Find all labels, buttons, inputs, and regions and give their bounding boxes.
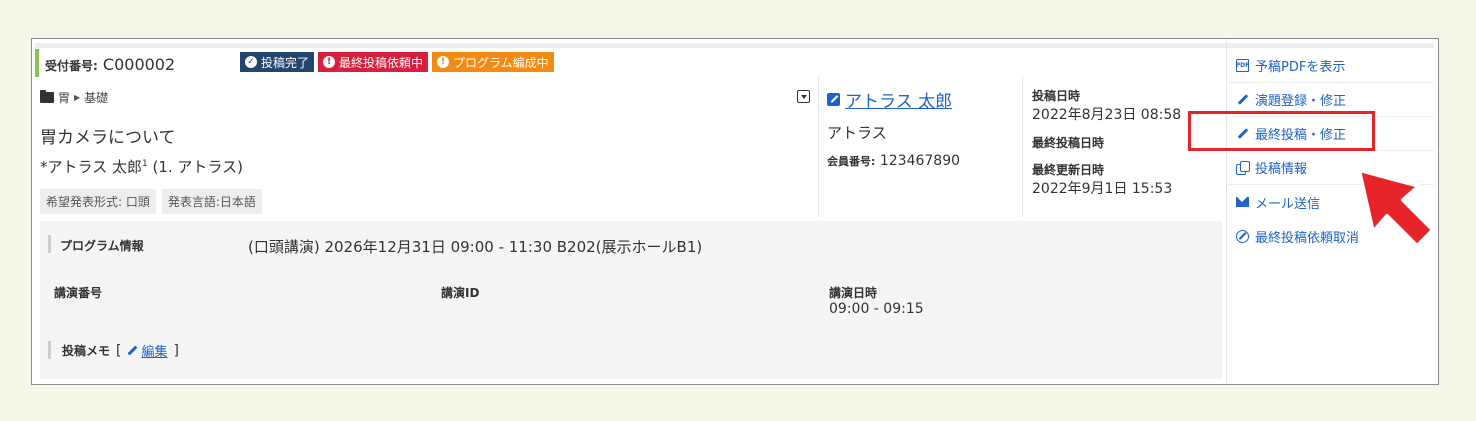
memo-edit-label: 編集 — [141, 345, 168, 360]
pdf-file-icon: PDF — [1236, 59, 1249, 72]
submitter-info: アトラス 太郎 アトラス 会員番号: 123467890 — [827, 87, 960, 169]
badge-label: プログラム編成中 — [453, 55, 549, 70]
memo-edit-link[interactable]: 編集 — [127, 341, 168, 360]
program-info-panel: プログラム情報 (口頭講演) 2026年12月31日 09:00 - 11:30… — [40, 221, 1222, 379]
updated-at-label: 最終更新日時 — [1032, 163, 1105, 177]
author-affiliation: (1. アトラス) — [147, 158, 243, 176]
alert-circle-icon: ! — [323, 56, 336, 68]
status-badges: ✓ 投稿完了 ! 最終投稿依頼中 ! プログラム編成中 — [240, 52, 554, 72]
member-number-value: 123467890 — [879, 153, 961, 169]
divider — [1226, 39, 1227, 384]
submission-memo: 投稿メモ [ 編集 ] — [62, 341, 179, 361]
member-number: 会員番号: 123467890 — [827, 153, 960, 169]
submitted-at-label: 投稿日時 — [1032, 89, 1081, 103]
caret-right-icon: ▶ — [74, 93, 81, 102]
bracket-open: [ — [116, 342, 122, 359]
memo-label: 投稿メモ — [62, 344, 111, 358]
dropdown-toggle-icon[interactable] — [797, 90, 810, 103]
badge-label: 投稿完了 — [261, 55, 310, 70]
talk-datetime-value: 09:00 - 09:15 — [829, 301, 924, 317]
menu-final-submission[interactable]: 最終投稿・修正 — [1228, 117, 1434, 151]
alert-circle-icon: ! — [437, 56, 450, 68]
submitter-name: アトラス 太郎 — [845, 92, 953, 112]
menu-item-label: 投稿情報 — [1255, 162, 1308, 177]
category-breadcrumb: 胃 ▶ 基礎 — [40, 89, 108, 106]
section-marker — [48, 341, 51, 359]
copy-icon — [1236, 161, 1250, 175]
author-list: *アトラス 太郎1 (1. アトラス) — [40, 156, 243, 177]
menu-item-label: 予稿PDFを表示 — [1255, 60, 1346, 75]
updated-at-value: 2022年9月1日 15:53 — [1032, 181, 1173, 197]
status-accent-bar — [35, 49, 39, 77]
program-info-value: (口頭講演) 2026年12月31日 09:00 - 11:30 B202(展示… — [248, 238, 703, 256]
edit-square-icon — [827, 93, 840, 106]
submission-dates: 投稿日時 2022年8月23日 08:58 最終投稿日時 最終更新日時 2022… — [1032, 87, 1181, 198]
receipt-label: 受付番号: — [45, 59, 98, 73]
breadcrumb-category: 胃 — [58, 91, 71, 105]
presentation-tags: 希望発表形式: 口頭 発表言語:日本語 — [40, 189, 262, 214]
submitted-at-value: 2022年8月23日 08:58 — [1032, 107, 1182, 123]
program-info-label: プログラム情報 — [60, 239, 144, 253]
folder-icon — [40, 90, 54, 103]
receipt-value: C000002 — [102, 55, 176, 74]
receipt-number: 受付番号: C000002 — [45, 55, 175, 74]
menu-edit-registration[interactable]: 演題登録・修正 — [1228, 83, 1434, 117]
pencil-icon — [1236, 93, 1249, 106]
bracket-close: ] — [173, 342, 179, 359]
presentation-format-tag: 希望発表形式: 口頭 — [40, 189, 156, 214]
section-marker — [48, 235, 51, 253]
divider — [1022, 77, 1023, 217]
talk-id-label: 講演ID — [441, 286, 480, 300]
abstract-title: 胃カメラについて — [40, 128, 176, 148]
pointer-arrow-annotation — [1357, 168, 1435, 248]
status-badge-final-request: ! 最終投稿依頼中 — [318, 52, 429, 72]
card-top-bar — [35, 43, 1434, 48]
badge-label: 最終投稿依頼中 — [339, 55, 424, 70]
menu-item-label: メール送信 — [1255, 196, 1321, 212]
menu-item-label: 最終投稿依頼取消 — [1255, 230, 1360, 246]
menu-item-label: 演題登録・修正 — [1255, 94, 1347, 109]
submitter-name-link[interactable]: アトラス 太郎 — [827, 87, 960, 112]
member-number-label: 会員番号: — [827, 155, 876, 168]
talk-number-label: 講演番号 — [54, 286, 103, 300]
presentation-language-tag: 発表言語:日本語 — [161, 189, 262, 214]
author-name: *アトラス 太郎 — [40, 158, 142, 176]
menu-item-label: 最終投稿・修正 — [1255, 128, 1347, 143]
envelope-icon — [1236, 197, 1249, 207]
pencil-icon — [128, 345, 138, 356]
talk-datetime-label: 講演日時 — [829, 286, 878, 300]
status-badge-programming: ! プログラム編成中 — [432, 52, 554, 72]
submission-card: 受付番号: C000002 ✓ 投稿完了 ! 最終投稿依頼中 ! プログラム編成… — [31, 38, 1439, 385]
check-circle-icon: ✓ — [245, 56, 257, 68]
submitter-organization: アトラス — [827, 124, 887, 142]
status-badge-submitted: ✓ 投稿完了 — [240, 52, 315, 72]
divider — [818, 77, 819, 217]
ban-icon — [1236, 229, 1249, 243]
pencil-icon — [1236, 127, 1249, 140]
arrow-shape — [1357, 168, 1435, 248]
final-submitted-at-label: 最終投稿日時 — [1032, 136, 1105, 150]
breadcrumb-subcategory: 基礎 — [84, 91, 109, 105]
menu-view-pdf[interactable]: PDF 予稿PDFを表示 — [1228, 49, 1434, 83]
